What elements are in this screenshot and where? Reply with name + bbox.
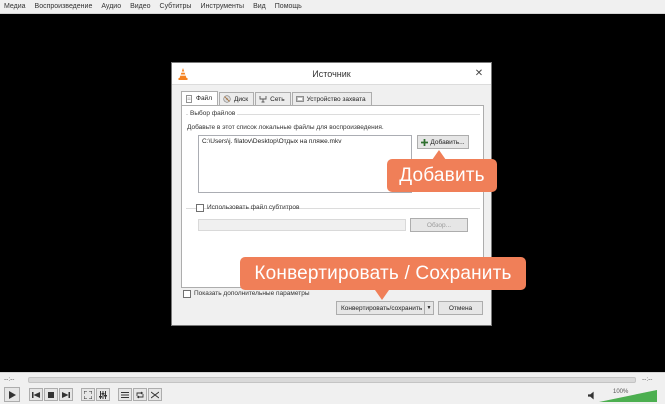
convert-save-button[interactable]: Конвертировать/сохранить ▼ — [336, 301, 434, 315]
convert-callout-pointer — [375, 290, 389, 300]
loop-icon — [136, 391, 144, 398]
volume-percentage: 100% — [613, 389, 629, 395]
file-group-label: Выбор файлов — [188, 110, 238, 117]
menu-media[interactable]: Медиа — [4, 3, 26, 10]
show-more-options-checkbox[interactable] — [183, 290, 191, 298]
tab-file-label: Файл — [196, 95, 212, 102]
menu-video[interactable]: Видео — [130, 3, 150, 10]
stop-icon — [48, 391, 54, 398]
tab-file[interactable]: Файл — [181, 91, 218, 105]
cancel-button-label: Отмена — [448, 304, 473, 312]
menu-audio[interactable]: Аудио — [101, 3, 121, 10]
next-button[interactable] — [59, 388, 73, 401]
tab-capture-device[interactable]: Устройство захвата — [291, 92, 372, 105]
vlc-cone-icon — [178, 68, 188, 80]
stop-button[interactable] — [44, 388, 58, 401]
show-more-options-label: Показать дополнительные параметры — [194, 290, 310, 297]
list-item[interactable]: C:\Users\j. filatov\Desktop\Отдых на пля… — [202, 138, 408, 145]
file-hint-text: Добавьте в этот список локальные файлы д… — [187, 124, 384, 131]
tab-capture-device-label: Устройство захвата — [306, 95, 366, 103]
shuffle-button[interactable] — [148, 388, 162, 401]
use-subtitle-label: Использовать файл субтитров — [207, 204, 300, 211]
fullscreen-icon — [84, 390, 92, 399]
browse-button-label: Обзор... — [426, 221, 452, 229]
subtitle-file-input — [198, 219, 406, 231]
remaining-time: --:-- — [642, 376, 653, 383]
use-subtitle-checkbox[interactable] — [196, 204, 204, 212]
playlist-button[interactable] — [118, 388, 132, 401]
play-icon — [9, 390, 16, 399]
playlist-icon — [121, 391, 129, 398]
fullscreen-button[interactable] — [81, 388, 95, 401]
equalizer-icon — [99, 390, 107, 399]
previous-button[interactable] — [29, 388, 43, 401]
menu-help[interactable]: Помощь — [275, 3, 302, 10]
menu-bar: Медиа Воспроизведение Аудио Видео Субтит… — [0, 0, 665, 14]
playback-controls: --:-- --:-- 100% — [0, 372, 665, 404]
menu-subtitles[interactable]: Субтитры — [160, 3, 192, 10]
tab-disc-label: Диск — [233, 95, 249, 103]
file-list[interactable]: C:\Users\j. filatov\Desktop\Отдых на пля… — [198, 135, 412, 193]
plus-icon — [421, 138, 429, 146]
next-icon — [62, 391, 70, 398]
disc-icon — [223, 95, 231, 103]
convert-callout-text: Конвертировать / Сохранить — [254, 262, 512, 284]
browse-subtitle-button: Обзор... — [410, 218, 468, 232]
dropdown-arrow-icon[interactable]: ▼ — [424, 302, 433, 314]
close-icon[interactable]: ✕ — [473, 68, 485, 80]
menu-view[interactable]: Вид — [253, 3, 266, 10]
add-file-button-label: Добавить... — [430, 138, 465, 146]
previous-icon — [32, 391, 40, 398]
convert-save-button-label: Конвертировать/сохранить — [341, 304, 423, 312]
dialog-titlebar: Источник ✕ — [172, 63, 491, 85]
extended-settings-button[interactable] — [96, 388, 110, 401]
speaker-icon[interactable] — [588, 391, 597, 400]
tab-network-label: Сеть — [270, 95, 285, 103]
capture-device-icon — [295, 96, 304, 102]
convert-callout: Конвертировать / Сохранить — [240, 257, 526, 290]
tab-disc[interactable]: Диск — [218, 92, 255, 105]
file-icon — [186, 94, 192, 103]
add-callout: Добавить — [387, 159, 497, 192]
add-callout-text: Добавить — [399, 164, 485, 186]
dialog-title: Источник — [312, 68, 351, 79]
cancel-button[interactable]: Отмена — [438, 301, 483, 315]
loop-button[interactable] — [133, 388, 147, 401]
seek-bar[interactable] — [28, 377, 636, 383]
tab-network[interactable]: Сеть — [255, 92, 291, 105]
shuffle-icon — [151, 391, 159, 398]
elapsed-time: --:-- — [4, 376, 15, 383]
add-file-button[interactable]: Добавить... — [417, 135, 469, 149]
source-tabs: Файл Диск Сеть Устройство захвата — [181, 91, 373, 105]
menu-tools[interactable]: Инструменты — [200, 3, 244, 10]
network-icon — [259, 96, 267, 103]
play-button[interactable] — [4, 387, 20, 402]
menu-playback[interactable]: Воспроизведение — [35, 3, 93, 10]
